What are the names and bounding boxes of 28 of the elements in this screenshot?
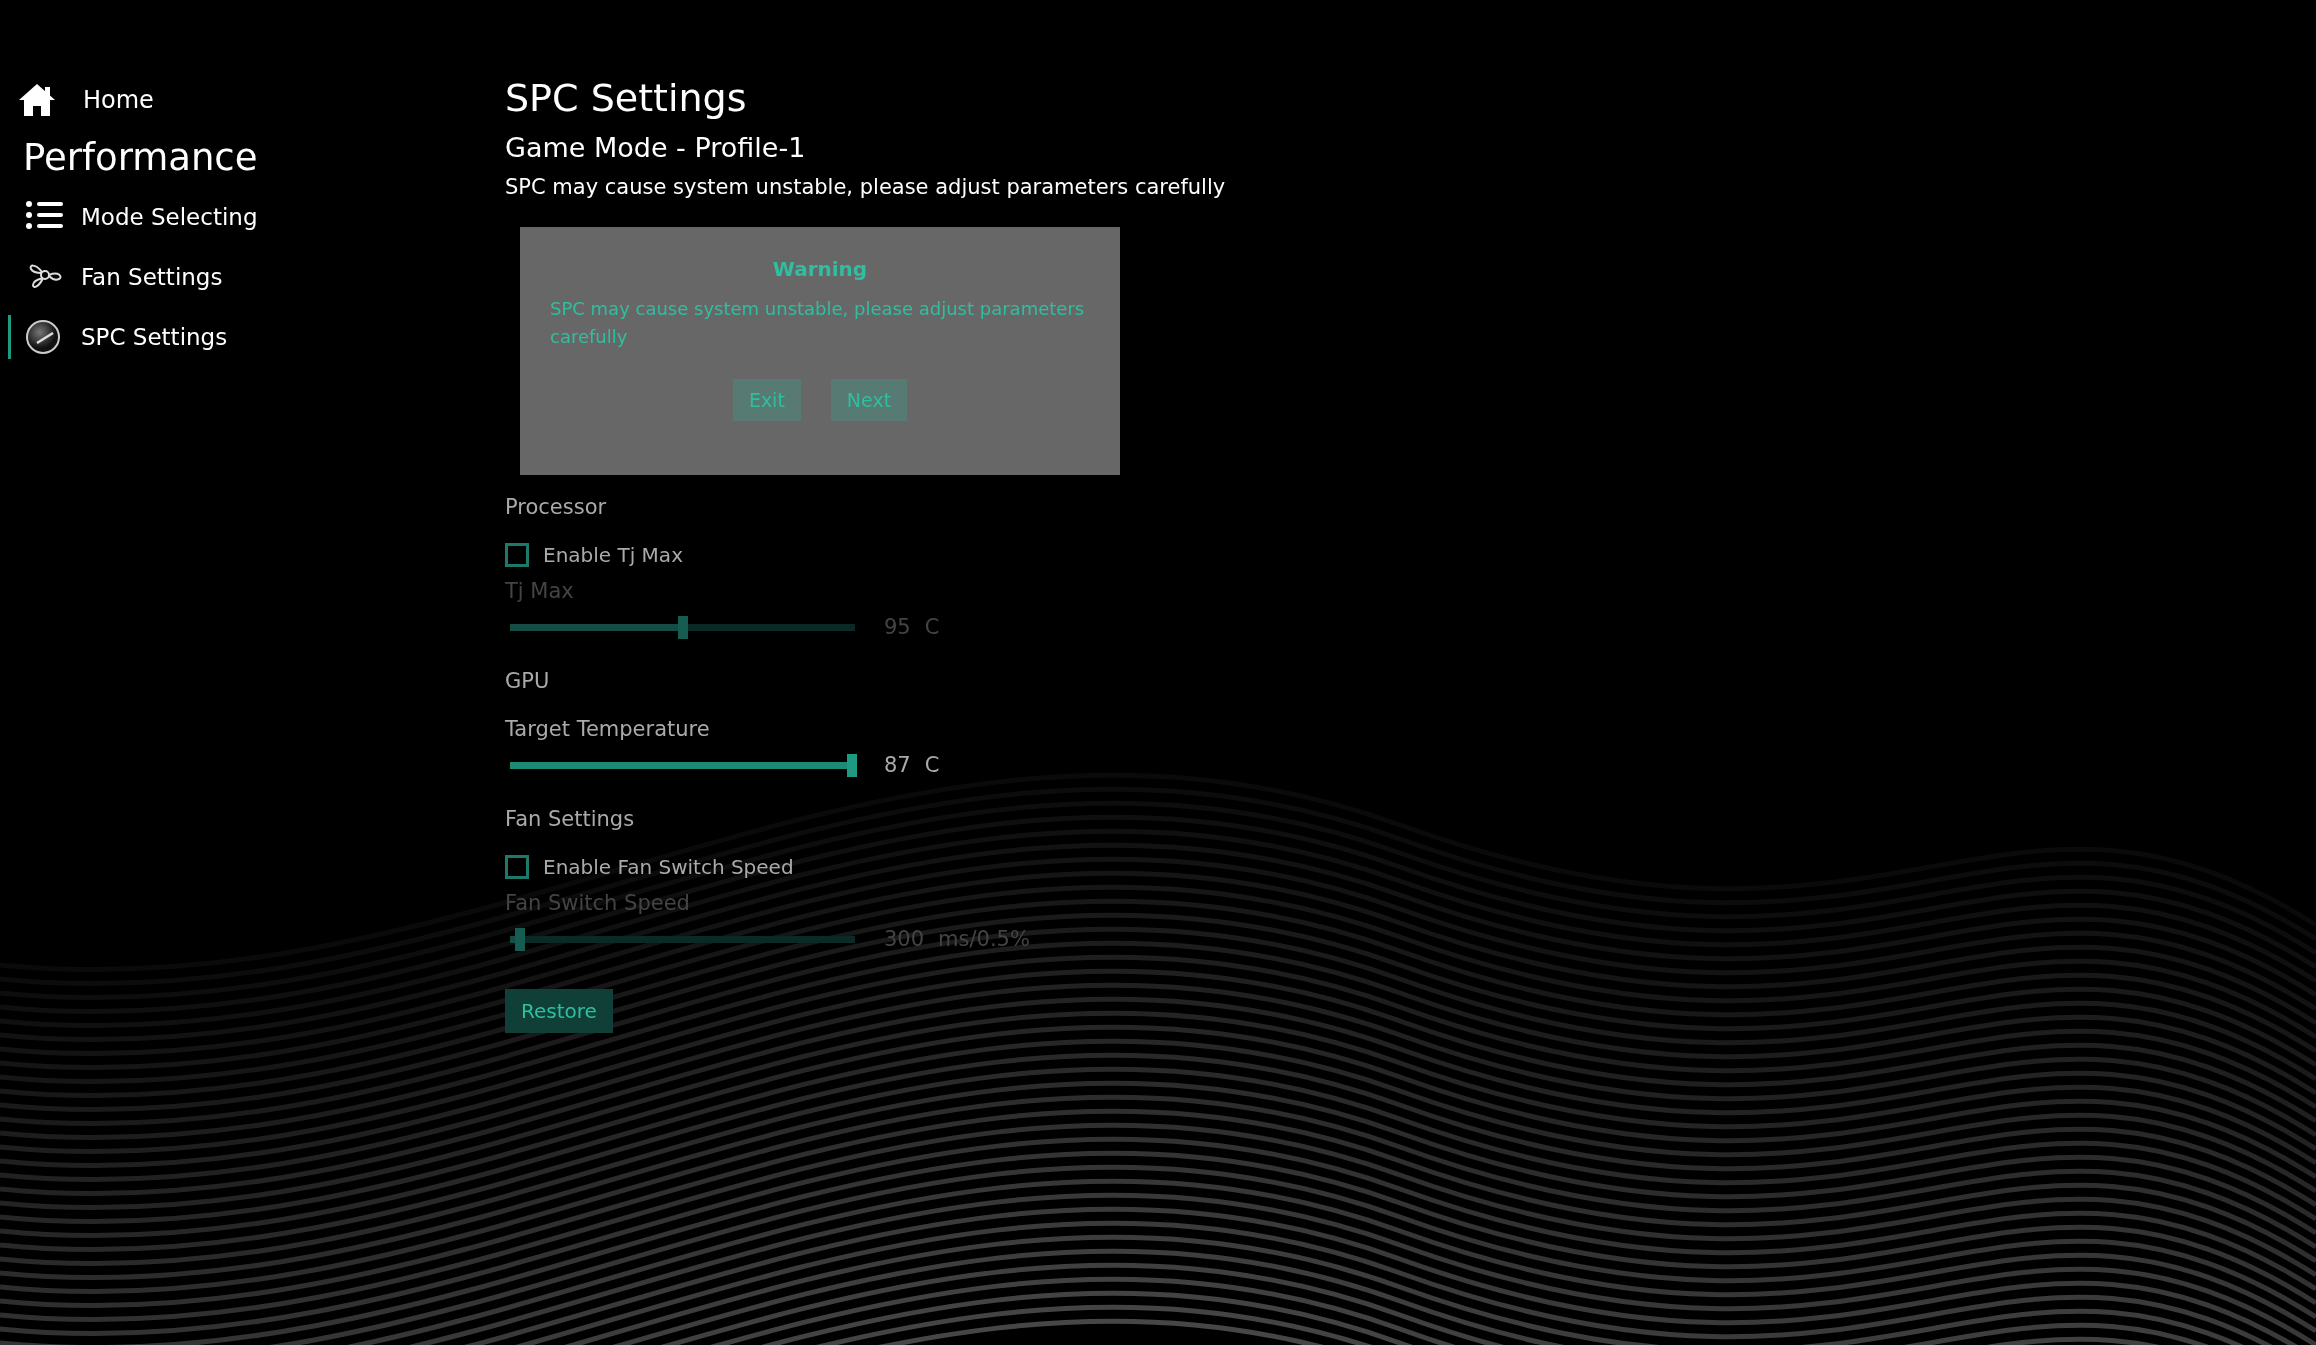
checkbox-label: Enable Tj Max — [543, 543, 683, 567]
slider-value: 95 — [884, 615, 911, 639]
section-title: GPU — [505, 669, 550, 693]
unit-label: C — [924, 753, 940, 777]
slider-value: 87 — [884, 753, 911, 777]
slider-value: 300 — [884, 927, 925, 951]
home-link[interactable]: Home — [0, 78, 154, 122]
checkbox[interactable] — [505, 855, 529, 879]
warning-text: SPC may cause system unstable, please adjust parameters carefully — [505, 175, 1226, 199]
checkbox-label: Enable Fan Switch Speed — [543, 855, 794, 879]
slider-label: Tj Max — [505, 579, 574, 603]
dialog-title: Warning — [771, 257, 869, 281]
home-icon — [17, 82, 57, 118]
dialog-message: SPC may cause system unstable, please adjust parameters carefully — [550, 297, 1086, 349]
section-title: Fan Settings — [505, 807, 635, 831]
sidebar-item[interactable]: Mode Selecting — [8, 195, 258, 239]
section-title: Processor — [505, 495, 607, 519]
section-heading: Performance — [22, 136, 258, 179]
checkbox[interactable] — [505, 543, 529, 567]
profile-subtitle: Game Mode - Profile-1 — [505, 132, 806, 163]
sidebar-item[interactable]: Fan Settings — [8, 255, 223, 299]
slider-label: Target Temperature — [505, 717, 710, 741]
page-title: SPC Settings — [505, 76, 747, 120]
slider-thumb[interactable] — [846, 753, 857, 777]
slider-label: Fan Switch Speed — [505, 891, 690, 915]
sidebar-item[interactable]: SPC Settings — [8, 315, 228, 359]
unit-label: ms/0.5% — [938, 927, 1030, 951]
unit-label: C — [924, 615, 940, 639]
